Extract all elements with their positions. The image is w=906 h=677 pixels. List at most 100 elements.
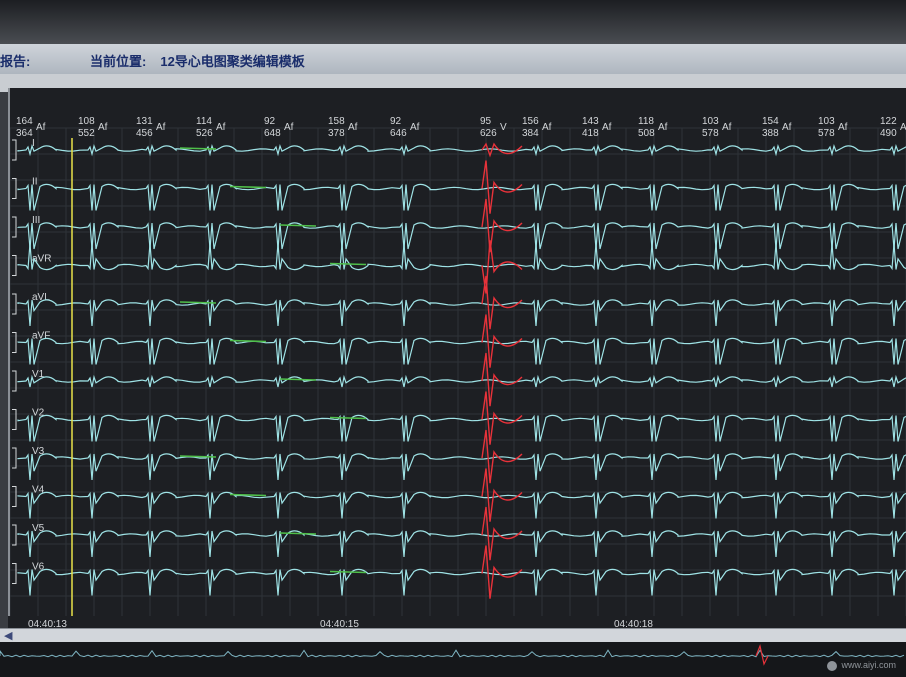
beat-rate: 103 xyxy=(818,116,835,127)
lead-v4: V4 xyxy=(12,468,906,522)
lead-label: V3 xyxy=(32,446,45,457)
ventricular-beat xyxy=(481,545,523,599)
ecg-trace xyxy=(17,453,906,481)
ventricular-beat xyxy=(481,468,523,522)
beat-interval: 526 xyxy=(196,128,213,139)
beat-type: Af xyxy=(722,122,732,133)
beat-rate: 122 xyxy=(880,116,897,127)
monitor-bezel xyxy=(0,0,906,44)
beat-rate: 92 xyxy=(390,116,402,127)
beat-interval: 388 xyxy=(762,128,779,139)
beat-rate: 114 xyxy=(196,116,212,127)
ecg-trace xyxy=(17,144,906,157)
watermark: www.aiyi.com xyxy=(827,660,896,671)
ventricular-beat xyxy=(481,314,523,368)
ecg-trace xyxy=(17,374,906,388)
lead-v5: V5 xyxy=(12,506,906,561)
lead-v6: V6 xyxy=(12,545,906,599)
ecg-panel[interactable]: 164 364 Af 108 552 Af 131 456 Af 114 526 Af 92 648 Af 1… xyxy=(8,88,906,618)
beat-type: Af xyxy=(542,122,552,133)
highlight-segment xyxy=(229,493,267,497)
beat-interval: 626 xyxy=(480,128,497,139)
beat-rate: 143 xyxy=(582,116,599,127)
highlight-segment xyxy=(179,301,217,304)
lead-avf: aVF xyxy=(12,314,906,368)
ecg-trace xyxy=(17,183,906,211)
highlight-segment xyxy=(329,570,367,574)
beat-type: Af xyxy=(284,122,294,133)
beat-interval: 646 xyxy=(390,128,407,139)
rhythm-strip: www.aiyi.com xyxy=(0,642,906,677)
title-bar: 报告: 当前位置: 12导心电图聚类编辑模板 xyxy=(0,44,906,75)
ecg-grid xyxy=(10,127,906,618)
highlight-segment xyxy=(279,378,317,381)
beat-interval: 552 xyxy=(78,128,95,139)
lead-label: V6 xyxy=(32,562,45,573)
rhythm-trace xyxy=(0,649,905,658)
highlight-segment xyxy=(179,147,217,150)
beat-type: Af xyxy=(782,122,792,133)
lead-label: V5 xyxy=(32,523,45,534)
beat-type: V xyxy=(500,122,507,133)
beat-interval: 578 xyxy=(818,128,835,139)
beat-type: Af xyxy=(98,122,108,133)
time-axis: 04:40:13 04:40:15 04:40:18 xyxy=(8,616,906,630)
lead-v3: V3 xyxy=(12,429,906,484)
lead-label: V4 xyxy=(32,485,45,496)
watermark-logo-icon xyxy=(827,661,838,671)
ecg-trace xyxy=(17,414,906,442)
lead-v2: V2 xyxy=(12,391,906,445)
beat-type: Af xyxy=(156,122,166,133)
beat-rate: 103 xyxy=(702,116,719,127)
beat-interval: 490 xyxy=(880,128,897,139)
location-value: 12导心电图聚类编辑模板 xyxy=(160,54,305,69)
horizontal-scrollbar[interactable]: ◀ xyxy=(0,628,906,643)
ventricular-beat xyxy=(481,391,523,445)
lead-i: I xyxy=(12,138,906,161)
beat-interval: 508 xyxy=(638,128,655,139)
current-location: 当前位置: 12导心电图聚类编辑模板 xyxy=(90,51,319,70)
beat-rate: 131 xyxy=(136,116,153,127)
ecg-trace xyxy=(17,491,906,519)
beat-rate: 118 xyxy=(638,116,654,127)
highlight-segment xyxy=(329,262,367,266)
beat-type: Af xyxy=(36,122,46,133)
beat-type: Af xyxy=(410,122,420,133)
highlight-segment xyxy=(279,224,317,227)
lead-avr: aVR xyxy=(12,240,906,294)
lead-iii: III xyxy=(12,198,906,253)
ecg-trace xyxy=(17,243,906,271)
beat-interval: 418 xyxy=(582,128,599,139)
highlight-segment xyxy=(229,185,267,189)
lead-label: V2 xyxy=(32,408,45,419)
highlight-segment xyxy=(279,532,317,535)
ecg-trace xyxy=(17,568,906,596)
beat-rate: 92 xyxy=(264,116,276,127)
rhythm-ventricular-beat xyxy=(755,643,769,666)
ecg-trace xyxy=(17,299,906,327)
report-label: 报告: xyxy=(0,54,31,69)
beat-rate: 108 xyxy=(78,116,95,127)
location-label: 当前位置: xyxy=(90,54,147,69)
beat-rate: 156 xyxy=(522,116,539,127)
highlight-segment xyxy=(179,455,217,458)
beat-rate: 154 xyxy=(762,116,779,127)
scroll-left-arrow-icon[interactable]: ◀ xyxy=(4,629,12,642)
beat-type: Af xyxy=(216,122,226,133)
beat-type: Af xyxy=(838,122,848,133)
beat-interval: 364 xyxy=(16,128,33,139)
beat-interval: 648 xyxy=(264,128,281,139)
lead-label: aVR xyxy=(32,254,51,265)
highlight-segment xyxy=(329,416,367,420)
beat-type: Af xyxy=(348,122,358,133)
lead-label: II xyxy=(32,177,38,188)
ecg-trace xyxy=(17,337,906,365)
beat-interval: 456 xyxy=(136,128,153,139)
ecg-waveform-view[interactable]: 164364Af108552Af131456Af114526Af92648Af1… xyxy=(10,88,906,618)
beat-rate: 95 xyxy=(480,116,492,127)
beat-interval: 578 xyxy=(702,128,719,139)
lead-label: V1 xyxy=(32,369,45,380)
beat-type: Af xyxy=(658,122,668,133)
ecg-trace xyxy=(17,222,906,250)
beat-interval: 378 xyxy=(328,128,345,139)
